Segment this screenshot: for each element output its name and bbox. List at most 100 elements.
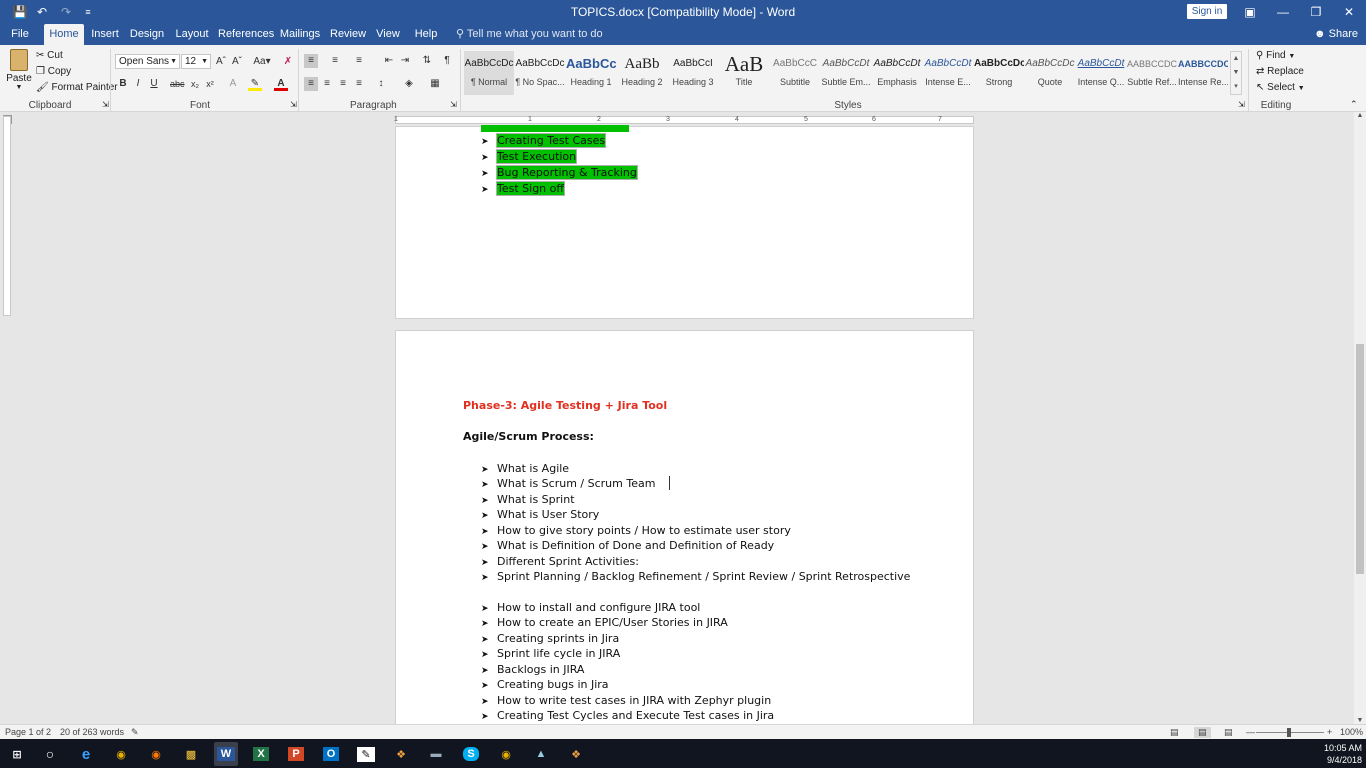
file-explorer-icon[interactable]: ▩ (179, 742, 203, 766)
app-icon[interactable]: ▲ (529, 742, 553, 766)
page-1[interactable]: ➤ Creating Test Cases ➤ Test Execution ➤ Bu… (395, 125, 974, 319)
paragraph-launcher-icon[interactable]: ⇲ (450, 100, 457, 109)
list-item[interactable]: ➤ Sprint life cycle in JIRA (481, 646, 620, 663)
ribbon-display-options-icon[interactable]: ▣ (1233, 0, 1267, 24)
style-heading-1[interactable]: AaBbCc Heading 1 (566, 51, 616, 95)
tab-mailings[interactable]: Mailings (278, 24, 322, 45)
share-button[interactable]: ☻ Share (1314, 24, 1358, 45)
list-item[interactable]: ➤ Creating Test Cycles and Execute Test c… (481, 708, 774, 724)
paste-button[interactable]: Paste ▼ (6, 49, 32, 95)
justify-icon[interactable]: ≡ (352, 77, 366, 91)
read-mode-icon[interactable]: ▤ (1170, 727, 1179, 738)
style-no-spacing[interactable]: AaBbCcDc ¶ No Spac... (515, 51, 565, 95)
increase-indent-icon[interactable]: ⇥ (398, 54, 412, 68)
list-item[interactable]: ➤ How to create an EPIC/User Stories in J… (481, 615, 728, 632)
powerpoint-icon[interactable]: P (284, 742, 308, 766)
subscript-icon[interactable]: x₂ (188, 77, 202, 91)
outlook-icon[interactable]: O (319, 742, 343, 766)
scroll-up-icon[interactable]: ▲ (1354, 112, 1366, 119)
list-item[interactable]: ➤ Test Execution (481, 149, 577, 166)
shading-icon[interactable]: ◈ (402, 77, 416, 91)
list-item[interactable]: ➤ Sprint Planning / Backlog Refinement / … (481, 569, 910, 586)
tab-layout[interactable]: Layout (172, 24, 212, 45)
clear-formatting-icon[interactable]: ✗ (281, 55, 295, 69)
superscript-icon[interactable]: x² (203, 77, 217, 91)
multilevel-list-icon[interactable]: ≡ (352, 54, 366, 68)
text-effects-icon[interactable]: A (226, 77, 240, 91)
line-spacing-icon[interactable]: ↕ (374, 77, 388, 91)
tab-design[interactable]: Design (128, 24, 166, 45)
clipboard-launcher-icon[interactable]: ⇲ (102, 100, 109, 109)
format-painter-button[interactable]: 🖌 Format Painter (36, 82, 118, 93)
cortana-search-icon[interactable]: ○ (38, 742, 62, 766)
edge-icon[interactable]: e (74, 742, 98, 766)
scroll-down-icon[interactable]: ▼ (1354, 717, 1366, 724)
decrease-indent-icon[interactable]: ⇤ (382, 54, 396, 68)
strikethrough-icon[interactable]: abc (170, 77, 185, 91)
numbering-icon[interactable]: ≡ (328, 54, 342, 68)
windows-start-icon[interactable]: ⊞ (5, 742, 29, 766)
tab-references[interactable]: References (218, 24, 274, 45)
tab-insert[interactable]: Insert (88, 24, 122, 45)
styles-launcher-icon[interactable]: ⇲ (1238, 100, 1245, 109)
list-item[interactable]: ➤ Bug Reporting & Tracking (481, 165, 637, 182)
app-icon[interactable]: ❖ (564, 742, 588, 766)
word-count[interactable]: 20 of 263 words (60, 727, 124, 737)
tab-review[interactable]: Review (330, 24, 366, 45)
tab-help[interactable]: Help (412, 24, 440, 45)
tell-me-search[interactable]: ⚲ Tell me what you want to do (456, 24, 603, 45)
excel-icon[interactable]: X (249, 742, 273, 766)
font-launcher-icon[interactable]: ⇲ (290, 100, 297, 109)
horizontal-ruler[interactable]: 1 1 2 3 4 5 6 7 (394, 116, 974, 124)
style-normal[interactable]: AaBbCcDc ¶ Normal (464, 51, 514, 95)
zoom-in-icon[interactable]: + (1327, 727, 1332, 737)
copy-button[interactable]: ❐ Copy (36, 66, 71, 77)
select-button[interactable]: ↖ Select ▼ (1256, 82, 1305, 93)
style-subtle-emphasis[interactable]: AaBbCcDt Subtle Em... (821, 51, 871, 95)
style-intense-reference[interactable]: AABBCCDC Intense Re... (1178, 51, 1228, 95)
align-left-icon[interactable]: ≡ (304, 77, 318, 91)
style-heading-2[interactable]: AaBb Heading 2 (617, 51, 667, 95)
font-name-combo[interactable]: Open Sans ▼ (115, 54, 180, 69)
font-size-combo[interactable]: 12 ▼ (181, 54, 211, 69)
word-icon[interactable]: W (214, 742, 238, 766)
zoom-out-icon[interactable]: — (1246, 727, 1255, 737)
style-strong[interactable]: AaBbCcDc Strong (974, 51, 1024, 95)
list-item[interactable]: ➤ Creating bugs in Jira (481, 677, 609, 694)
style-subtitle[interactable]: AaBbCcC Subtitle (770, 51, 820, 95)
style-intense-quote[interactable]: AaBbCcDt Intense Q... (1076, 51, 1126, 95)
collapse-ribbon-icon[interactable]: ⌃ (1350, 99, 1358, 110)
list-item[interactable]: ➤ What is User Story (481, 507, 599, 524)
vertical-scrollbar[interactable]: ▲ ▼ (1354, 112, 1366, 724)
list-item[interactable]: ➤ Test Sign off (481, 181, 564, 198)
replace-button[interactable]: ⇄ Replace (1256, 66, 1304, 77)
skype-icon[interactable]: S (459, 742, 483, 766)
sort-icon[interactable]: ⇅ (420, 54, 434, 68)
page-2[interactable]: Phase-3: Agile Testing + Jira Tool Agile… (395, 330, 974, 724)
zoom-slider-thumb[interactable] (1287, 728, 1291, 737)
bullets-icon[interactable]: ≡ (304, 54, 318, 68)
underline-button[interactable]: U (147, 77, 161, 91)
tab-home[interactable]: Home (44, 24, 84, 45)
close-icon[interactable]: ✕ (1332, 0, 1366, 24)
zoom-level[interactable]: 100% (1340, 727, 1363, 737)
tab-view[interactable]: View (374, 24, 402, 45)
tab-file[interactable]: File (6, 24, 34, 45)
firefox-icon[interactable]: ◉ (144, 742, 168, 766)
highlight-color-icon[interactable]: ✎ (248, 77, 262, 91)
vertical-ruler[interactable] (3, 116, 11, 316)
restore-icon[interactable]: ❐ (1299, 0, 1333, 24)
bold-button[interactable]: B (116, 77, 130, 91)
style-quote[interactable]: AaBbCcDc Quote (1025, 51, 1075, 95)
page-count[interactable]: Page 1 of 2 (5, 727, 51, 737)
list-item[interactable]: ➤ Creating Test Cases (481, 133, 606, 150)
style-subtle-reference[interactable]: AABBCCDC Subtle Ref... (1127, 51, 1177, 95)
style-heading-3[interactable]: AaBbCcI Heading 3 (668, 51, 718, 95)
borders-icon[interactable]: ▦ (428, 77, 442, 91)
app-icon[interactable]: ❖ (389, 742, 413, 766)
font-color-icon[interactable]: A (274, 77, 288, 91)
align-right-icon[interactable]: ≡ (336, 77, 350, 91)
list-item[interactable]: ➤ What is Scrum / Scrum Team (481, 476, 655, 493)
find-button[interactable]: ⚲ Find ▼ (1256, 50, 1295, 61)
web-layout-icon[interactable]: ▤ (1224, 727, 1233, 738)
